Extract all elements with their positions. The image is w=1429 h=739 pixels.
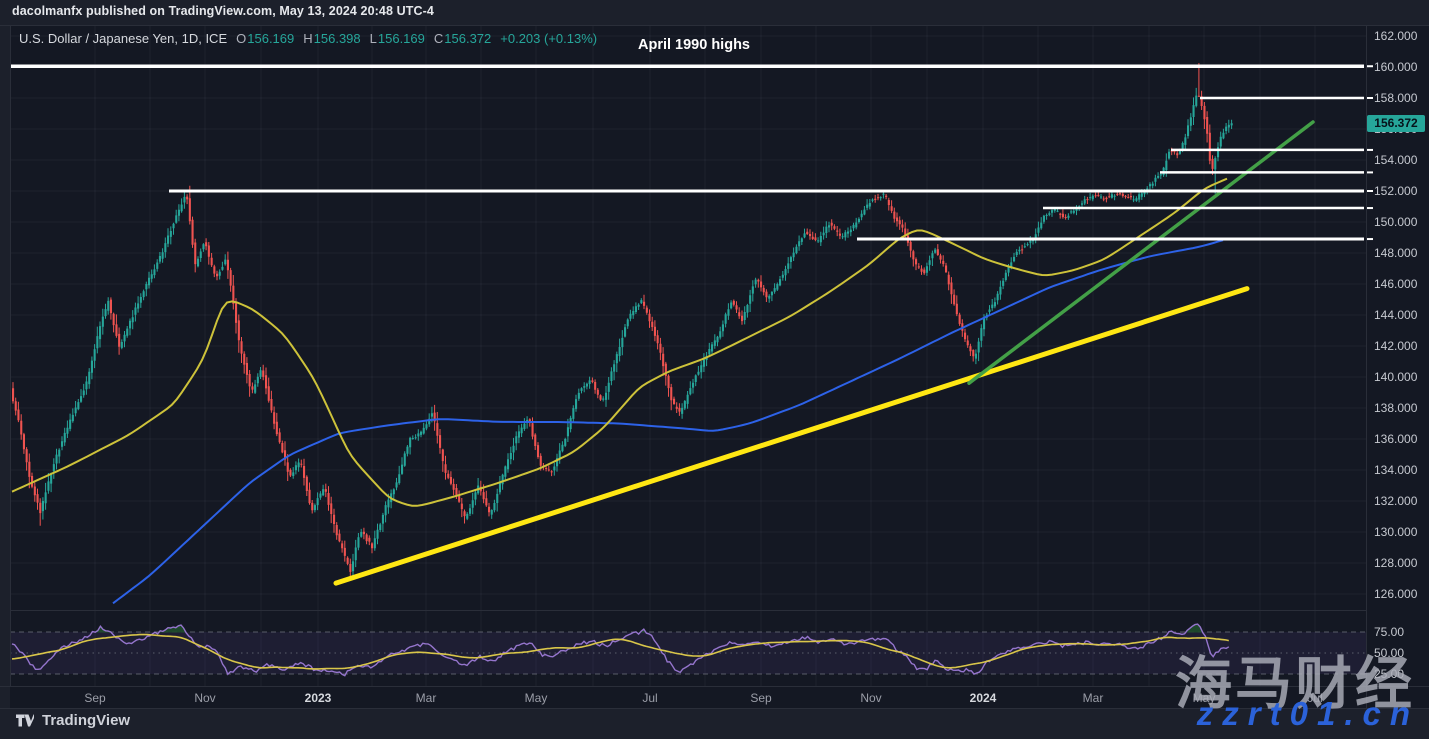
tradingview-screenshot: dacolmanfx published on TradingView.com,…	[0, 0, 1429, 739]
chart-annotation-april-1990-highs[interactable]: April 1990 highs	[558, 37, 830, 53]
price-axis-label: 144.000	[1374, 308, 1417, 322]
price-axis-label: 148.000	[1374, 246, 1417, 260]
time-axis-label: Mar	[1063, 691, 1123, 705]
frame-layer	[0, 25, 1429, 709]
symbol-title[interactable]: U.S. Dollar / Japanese Yen, 1D, ICE	[19, 31, 227, 46]
price-axis-label: 136.000	[1374, 432, 1417, 446]
price-axis-label: 132.000	[1374, 494, 1417, 508]
chart-canvas[interactable]	[0, 0, 1429, 739]
time-axis-label: 2023	[288, 691, 348, 705]
price-axis-label: 158.000	[1374, 91, 1417, 105]
time-axis-label: Sep	[731, 691, 791, 705]
open-label: O	[236, 31, 246, 46]
low-value: 156.169	[378, 31, 425, 46]
grid-layer	[10, 25, 1366, 686]
time-axis-label: Jul	[620, 691, 680, 705]
time-axis-label: Sep	[65, 691, 125, 705]
price-axis-label: 134.000	[1374, 463, 1417, 477]
symbol-legend: U.S. Dollar / Japanese Yen, 1D, ICE O156…	[19, 31, 597, 46]
tradingview-logo-icon	[16, 713, 35, 728]
price-axis-label: 154.000	[1374, 153, 1417, 167]
publish-attribution: dacolmanfx published on TradingView.com,…	[12, 4, 434, 18]
price-axis-label: 128.000	[1374, 556, 1417, 570]
price-axis-label: 162.000	[1374, 29, 1417, 43]
price-axis-label: 138.000	[1374, 401, 1417, 415]
tradingview-footer-label: TradingView	[42, 712, 130, 729]
last-price-label: 156.372	[1367, 115, 1425, 132]
time-axis-label: May	[506, 691, 566, 705]
high-label: H	[303, 31, 312, 46]
high-value: 156.398	[314, 31, 361, 46]
price-axis-label: 140.000	[1374, 370, 1417, 384]
rsi-axis-label: 75.00	[1374, 625, 1404, 639]
watermark-site-url: zzrt01.cn	[1197, 695, 1419, 733]
close-label: C	[434, 31, 443, 46]
close-value: 156.372	[444, 31, 491, 46]
low-label: L	[370, 31, 377, 46]
rising-support-yellow	[336, 289, 1247, 584]
time-axis-label: 2024	[953, 691, 1013, 705]
price-axis-label: 152.000	[1374, 184, 1417, 198]
price-axis-label: 146.000	[1374, 277, 1417, 291]
open-value: 156.169	[247, 31, 294, 46]
time-axis-label: Nov	[175, 691, 235, 705]
price-axis-label: 142.000	[1374, 339, 1417, 353]
time-axis-label: Mar	[396, 691, 456, 705]
moving-averages-layer	[12, 179, 1227, 604]
price-axis-label: 126.000	[1374, 587, 1417, 601]
tradingview-footer-link[interactable]: TradingView	[16, 712, 130, 729]
time-axis-label: Nov	[841, 691, 901, 705]
price-axis-label: 150.000	[1374, 215, 1417, 229]
ma-slow-blue-line	[113, 240, 1223, 603]
price-axis-label: 160.000	[1374, 60, 1417, 74]
price-axis-label: 130.000	[1374, 525, 1417, 539]
